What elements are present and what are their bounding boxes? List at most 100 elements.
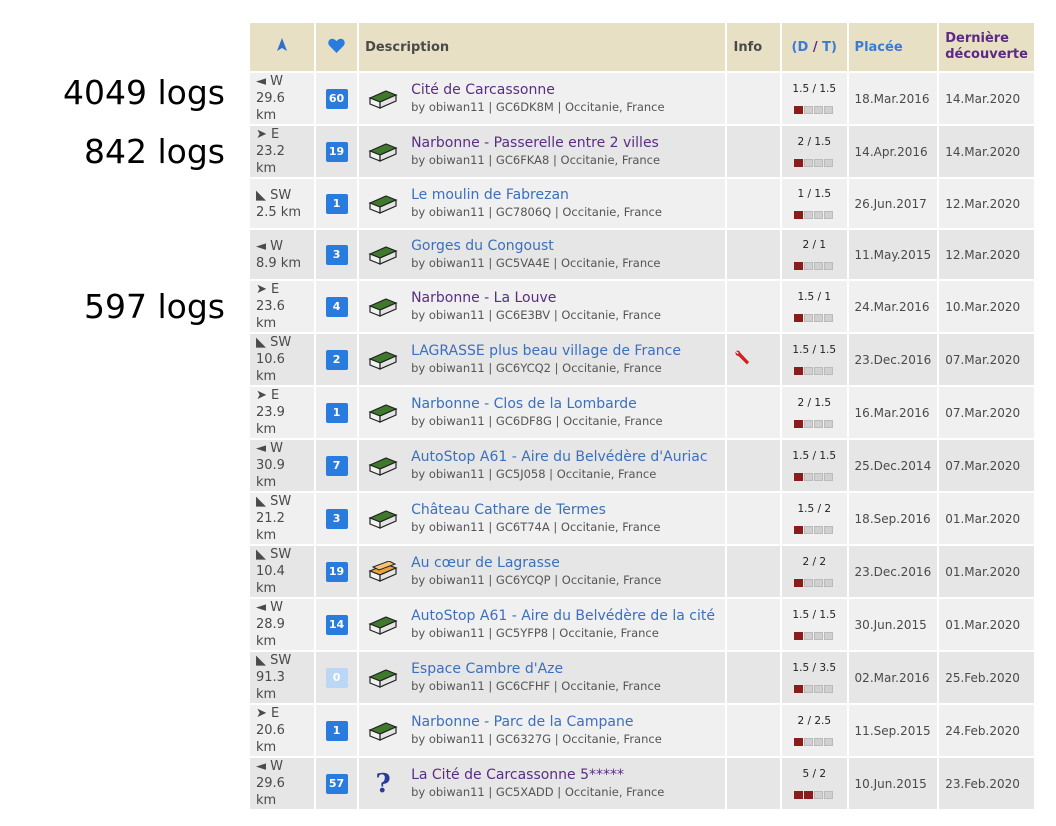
info-cell bbox=[727, 73, 780, 124]
dt-t-label[interactable]: T bbox=[822, 40, 831, 55]
direction-cell: ◣ SW 2.5 km bbox=[250, 179, 314, 228]
mystery-cache-icon[interactable]: ? bbox=[365, 769, 401, 799]
description-cell: Le moulin de Fabrezan by obiwan11 | GC780… bbox=[359, 179, 726, 228]
traditional-cache-icon[interactable] bbox=[365, 667, 401, 689]
table-row[interactable]: ◣ SW 10.6 km 2 LAGRASSE plus beau village d… bbox=[250, 334, 1034, 385]
traditional-cache-icon[interactable] bbox=[365, 508, 401, 530]
difficulty-pip bbox=[814, 420, 824, 428]
traditional-cache-icon[interactable] bbox=[365, 614, 401, 636]
direction-cell: ➤ E 20.6 km bbox=[250, 705, 314, 756]
placed-cell: 23.Dec.2016 bbox=[848, 546, 938, 597]
direction-column-header[interactable] bbox=[250, 23, 314, 71]
dt-d-label[interactable]: D bbox=[798, 40, 809, 55]
difficulty-pip bbox=[824, 314, 834, 322]
cache-name-link[interactable]: Cité de Carcassonne bbox=[411, 81, 665, 99]
favorite-count-badge: 2 bbox=[325, 349, 348, 370]
dt-column-header[interactable]: (D / T) bbox=[781, 23, 847, 71]
table-row[interactable]: ➤ E 23.6 km 4 Narbonne - La Louve by obiwan1… bbox=[250, 281, 1034, 332]
difficulty-pip bbox=[804, 526, 814, 534]
dt-rating: 1 / 1.5 bbox=[797, 188, 832, 200]
traditional-cache-icon[interactable] bbox=[365, 141, 401, 163]
info-cell bbox=[727, 599, 780, 650]
difficulty-pip bbox=[794, 526, 804, 534]
direction-cell: ◄ W 29.6 km bbox=[250, 758, 314, 809]
cache-name-link[interactable]: La Cité de Carcassonne 5***** bbox=[411, 766, 664, 784]
cache-name-link[interactable]: AutoStop A61 - Aire du Belvédère de la c… bbox=[411, 607, 715, 625]
difficulty-pip bbox=[794, 314, 804, 322]
placed-column-header[interactable]: Placée bbox=[848, 23, 938, 71]
cache-name-link[interactable]: Narbonne - Clos de la Lombarde bbox=[411, 395, 663, 413]
cache-name-link[interactable]: Narbonne - Passerelle entre 2 villes bbox=[411, 134, 660, 152]
cache-name-link[interactable]: Espace Cambre d'Aze bbox=[411, 660, 661, 678]
description-cell: Narbonne - La Louve by obiwan11 | GC6E3BV… bbox=[359, 281, 726, 332]
cache-meta: by obiwan11 | GC6T74A | Occitanie, Franc… bbox=[411, 520, 661, 534]
dt-cell: 2 / 1 bbox=[781, 230, 847, 279]
placed-cell: 10.Jun.2015 bbox=[848, 758, 938, 809]
difficulty-pip bbox=[814, 367, 824, 375]
last-found-date: 23.Feb.2020 bbox=[945, 776, 1020, 791]
table-row[interactable]: ◣ SW 10.4 km 19 Au cœur de Lagrasse by obiwa… bbox=[250, 546, 1034, 597]
table-row[interactable]: ◄ W 30.9 km 7 AutoStop A61 - Aire du Belvéd… bbox=[250, 440, 1034, 491]
table-row[interactable]: ➤ E 20.6 km 1 Narbonne - Parc de la Campane… bbox=[250, 705, 1034, 756]
direction-text: ➤ E bbox=[256, 388, 280, 403]
table-row[interactable]: ◣ SW 21.2 km 3 Château Cathare de Termes by … bbox=[250, 493, 1034, 544]
difficulty-pip bbox=[804, 367, 814, 375]
table-row[interactable]: ◣ SW 2.5 km 1 Le moulin de Fabrezan by obiwa… bbox=[250, 179, 1034, 228]
direction-text: ◄ W bbox=[256, 600, 283, 615]
traditional-cache-icon[interactable] bbox=[365, 88, 401, 110]
traditional-cache-icon[interactable] bbox=[365, 455, 401, 477]
traditional-cache-icon[interactable] bbox=[365, 296, 401, 318]
table-row[interactable]: ◄ W 29.6 km 57? La Cité de Carcassonne 5***… bbox=[250, 758, 1034, 809]
dt-cell: 1.5 / 3.5 bbox=[781, 652, 847, 703]
table-row[interactable]: ➤ E 23.9 km 1 Narbonne - Clos de la Lombard… bbox=[250, 387, 1034, 438]
annotation-logs-2: 842 logs bbox=[84, 132, 225, 171]
last-found-column-header[interactable]: Dernière découverte bbox=[939, 23, 1034, 71]
difficulty-pip bbox=[804, 473, 814, 481]
difficulty-pip bbox=[804, 159, 814, 167]
placed-date: 25.Dec.2014 bbox=[854, 458, 932, 473]
cache-name-link[interactable]: Château Cathare de Termes bbox=[411, 501, 660, 519]
cache-meta: by obiwan11 | GC6YCQP | Occitanie, Franc… bbox=[411, 573, 662, 587]
difficulty-pip bbox=[794, 420, 804, 428]
cache-name-link[interactable]: Le moulin de Fabrezan bbox=[411, 186, 662, 204]
table-row[interactable]: ◄ W 28.9 km 14 AutoStop A61 - Aire du Belvé… bbox=[250, 599, 1034, 650]
cache-meta: by obiwan11 | GC6327G | Occitanie, Franc… bbox=[411, 732, 662, 746]
traditional-cache-icon[interactable] bbox=[365, 349, 401, 371]
traditional-cache-icon[interactable] bbox=[365, 244, 401, 266]
favorites-cell: 3 bbox=[316, 493, 358, 544]
wrench-icon[interactable] bbox=[733, 350, 751, 370]
last-found-label: Dernière découverte bbox=[945, 31, 1028, 62]
last-found-cell: 01.Mar.2020 bbox=[939, 599, 1034, 650]
dt-rating: 1.5 / 3.5 bbox=[792, 662, 837, 674]
direction-text: ◣ SW bbox=[256, 335, 292, 350]
cache-name-link[interactable]: Gorges du Congoust bbox=[411, 237, 660, 255]
description-column-header[interactable]: Description bbox=[359, 23, 726, 71]
traditional-cache-icon[interactable] bbox=[365, 193, 401, 215]
difficulty-pip bbox=[814, 211, 824, 219]
difficulty-bar bbox=[793, 791, 835, 799]
placed-cell: 30.Jun.2015 bbox=[848, 599, 938, 650]
cache-name-link[interactable]: LAGRASSE plus beau village de France bbox=[411, 342, 681, 360]
placed-date: 14.Apr.2016 bbox=[854, 144, 928, 159]
cache-name-link[interactable]: Au cœur de Lagrasse bbox=[411, 554, 661, 572]
difficulty-bar bbox=[793, 685, 835, 693]
traditional-cache-icon[interactable] bbox=[365, 720, 401, 742]
info-column-header[interactable]: Info bbox=[727, 23, 780, 71]
table-row[interactable]: ➤ E 23.2 km 19 Narbonne - Passerelle entre … bbox=[250, 126, 1034, 177]
traditional-cache-icon[interactable] bbox=[365, 402, 401, 424]
table-row[interactable]: ◄ W 8.9 km 3 Gorges du Congoust by obiwan11 … bbox=[250, 230, 1034, 279]
table-row[interactable]: ◄ W 29.6 km 60 Cité de Carcassonne by obiwan… bbox=[250, 73, 1034, 124]
favorites-column-header[interactable] bbox=[316, 23, 358, 71]
difficulty-pip bbox=[824, 685, 834, 693]
favorite-count-badge: 1 bbox=[325, 402, 348, 423]
direction-text: ➤ E bbox=[256, 127, 280, 142]
description-cell: AutoStop A61 - Aire du Belvédère de la c… bbox=[359, 599, 726, 650]
cache-rows: ◄ W 29.6 km 60 Cité de Carcassonne by obiwan… bbox=[250, 73, 1034, 809]
cache-name-link[interactable]: Narbonne - La Louve bbox=[411, 289, 661, 307]
cache-name-link[interactable]: Narbonne - Parc de la Campane bbox=[411, 713, 662, 731]
difficulty-bar bbox=[793, 473, 835, 481]
multi-cache-icon[interactable] bbox=[365, 560, 401, 583]
table-row[interactable]: ◣ SW 91.3 km 0 Espace Cambre d'Aze by obiwan… bbox=[250, 652, 1034, 703]
difficulty-pip bbox=[814, 579, 824, 587]
cache-name-link[interactable]: AutoStop A61 - Aire du Belvédère d'Auria… bbox=[411, 448, 707, 466]
